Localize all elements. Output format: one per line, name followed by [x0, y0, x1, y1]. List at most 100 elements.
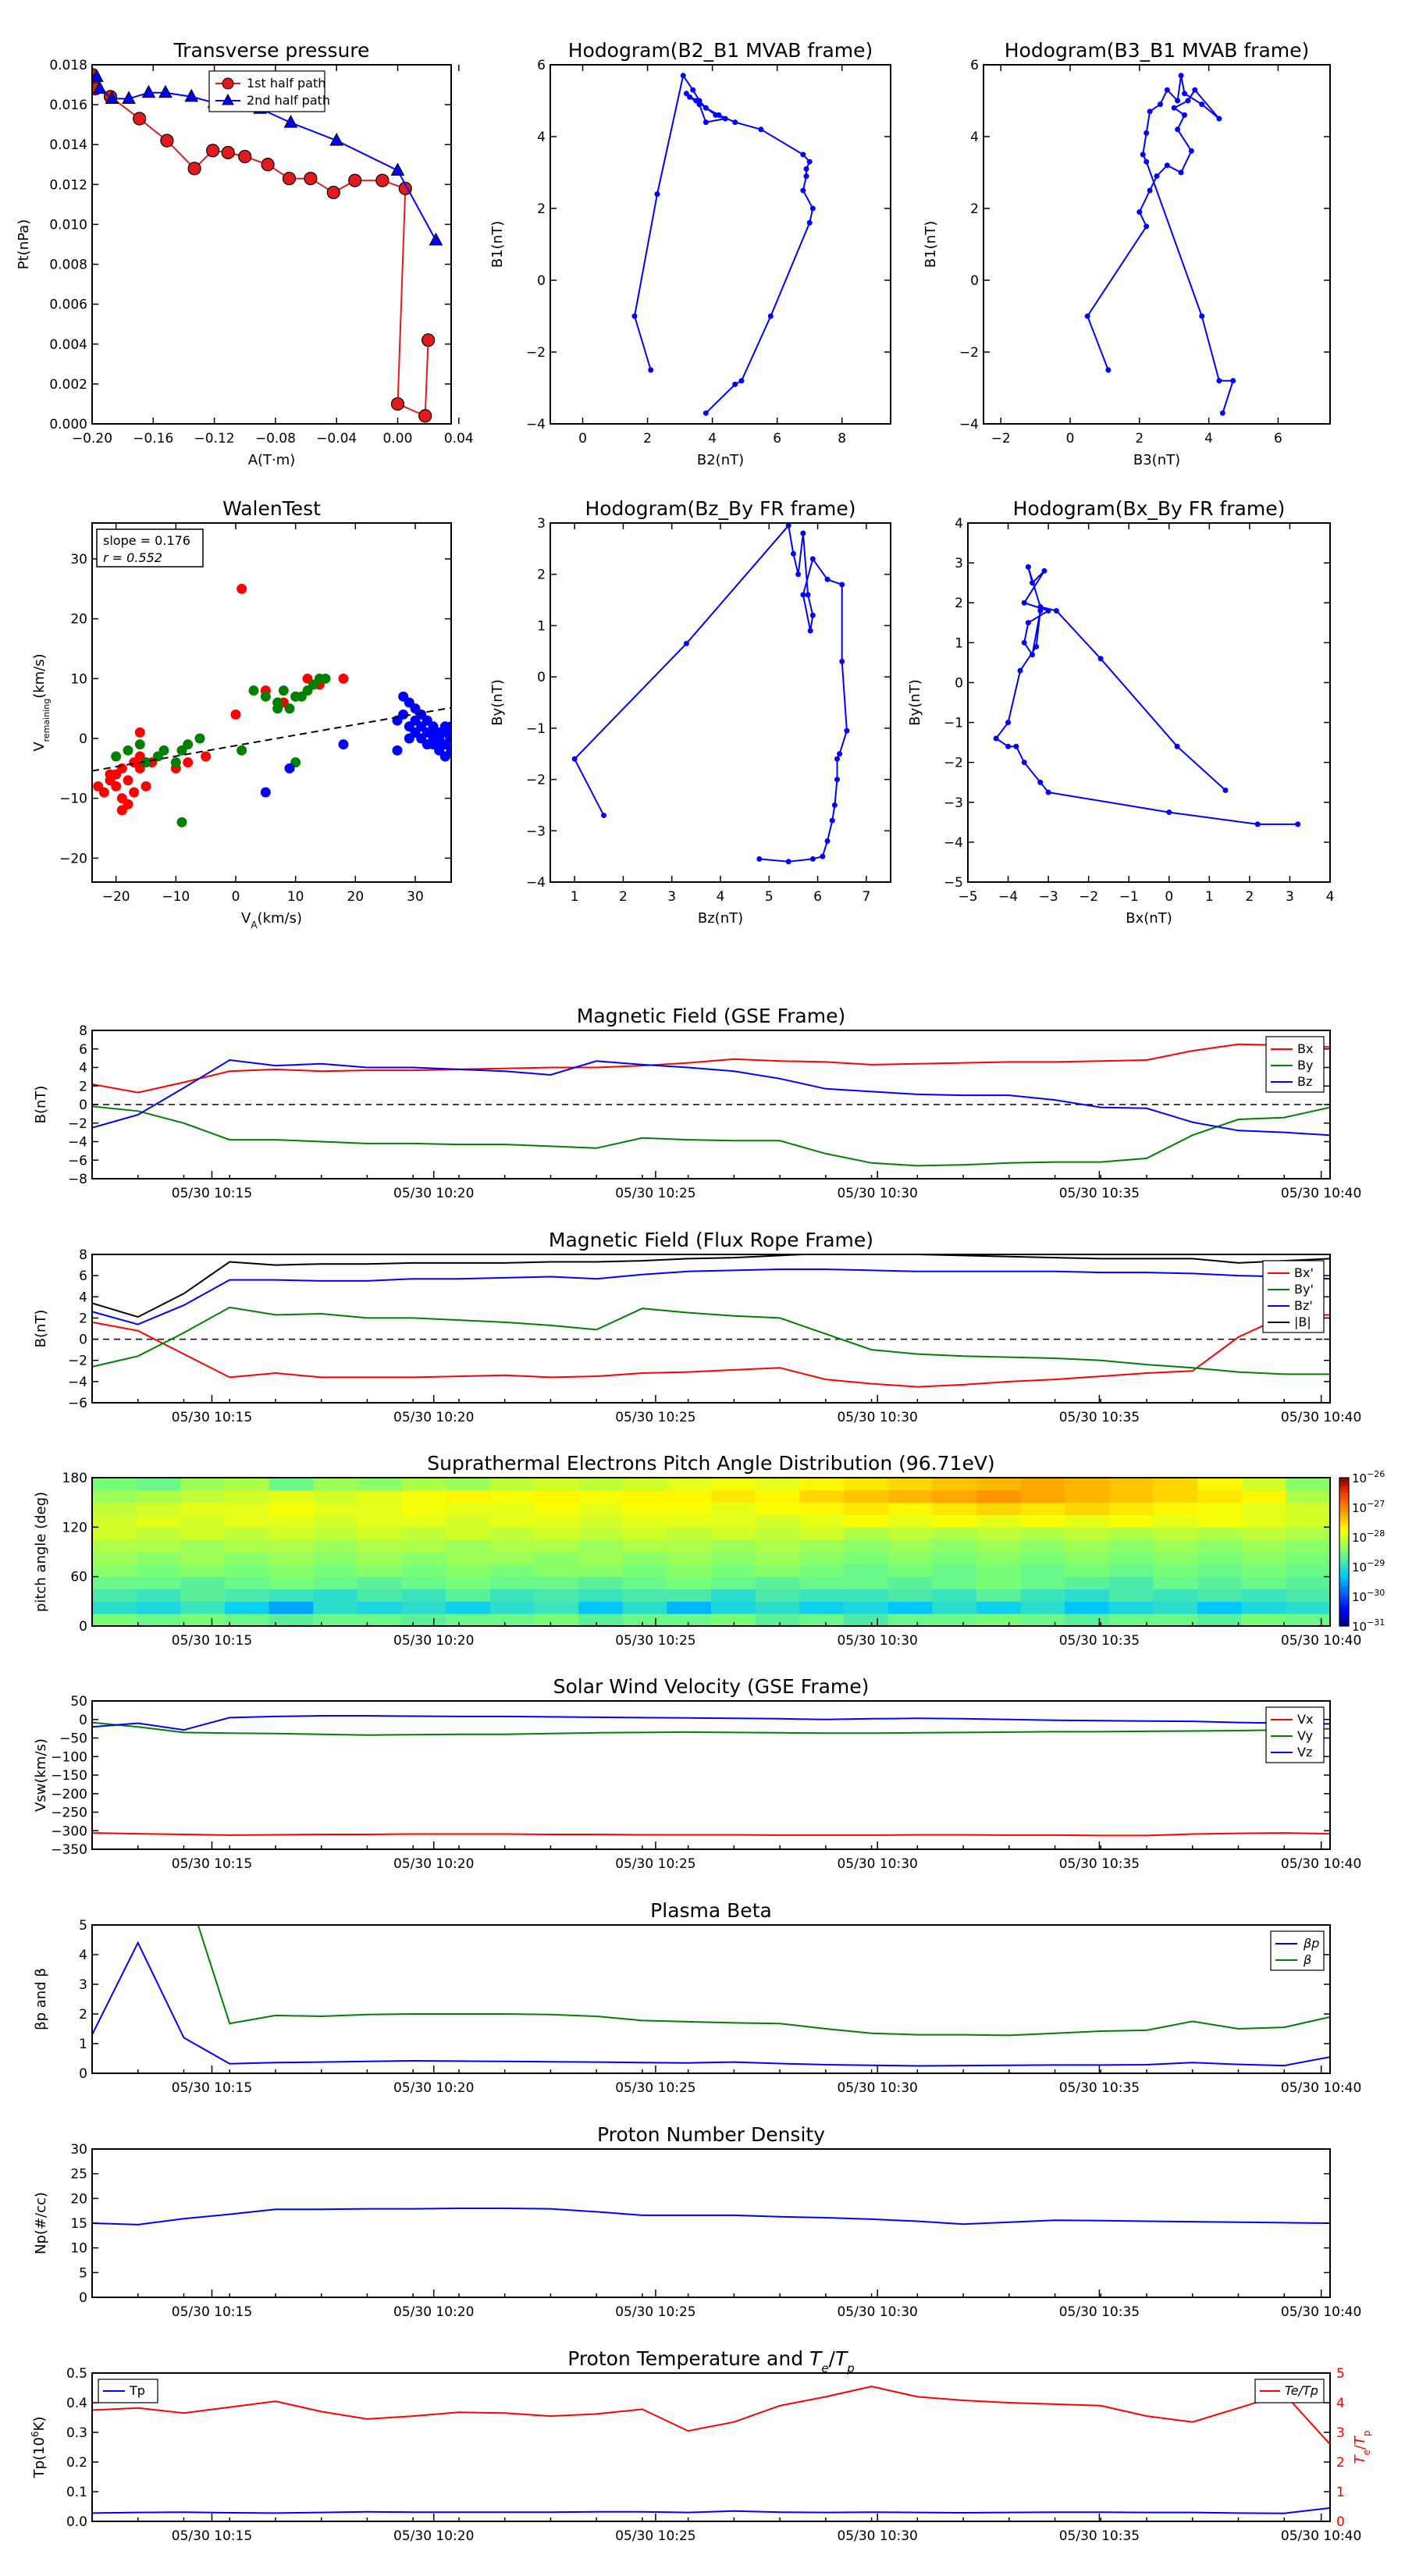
vsw-xtick-label: 05/30 10:15: [172, 1856, 252, 1872]
pad-cell: [224, 1502, 269, 1515]
hodo3-point: [800, 530, 806, 536]
hodo4-ytick-label: −5: [944, 875, 963, 891]
pad-xtick-label: 05/30 10:15: [172, 1633, 252, 1649]
bfr-series-line: [92, 1314, 1330, 1388]
pad-cell: [92, 1614, 137, 1627]
pt-ytick-label: 0.010: [49, 217, 87, 233]
walen-point: [237, 583, 247, 594]
tp-xtick-label: 05/30 10:20: [393, 2528, 474, 2544]
hodo3-ytick-label: −4: [526, 875, 546, 891]
pad-cell: [313, 1589, 358, 1602]
pad-cell: [799, 1527, 845, 1540]
pad-cell: [401, 1539, 446, 1553]
pad-cell: [799, 1589, 845, 1602]
pad-cell: [1020, 1614, 1065, 1627]
pad-cell: [269, 1539, 314, 1553]
hodo3-ytick-label: −3: [526, 824, 546, 839]
hodo3-xtick-label: 7: [862, 889, 870, 905]
tp-legend-right-label: Te/Tp: [1285, 2383, 1318, 2398]
vsw-panel: Solar Wind Velocity (GSE Frame) −350 −300 −…: [33, 1675, 1361, 1872]
hodo1-point: [767, 313, 774, 319]
pt-point: [326, 185, 340, 200]
pad-cell: [1197, 1614, 1243, 1627]
beta-frame: [91, 1924, 1331, 2074]
vsw-legend: VxVy Vz: [1265, 1706, 1325, 1763]
hodo2-xtick-label: 0: [1066, 431, 1075, 447]
pad-colorbar-cell: [1339, 1603, 1349, 1608]
pad-cell: [313, 1614, 358, 1627]
beta-series-line: [197, 1925, 1330, 2037]
hodo2-ylabel: B1(nT): [923, 221, 939, 268]
pad-cell: [711, 1539, 756, 1553]
hodo4-point: [1222, 787, 1229, 793]
pad-colorbar-cell: [1339, 1507, 1349, 1512]
tp-title-sub2: p: [846, 2361, 855, 2375]
beta-xtick-label: 05/30 10:35: [1059, 2080, 1140, 2096]
walen-point: [392, 745, 403, 756]
tp-ylabel-base: Tp(10: [31, 2437, 48, 2478]
hodo4-point: [1097, 656, 1104, 662]
bfr-legend-label: Bx': [1294, 1265, 1314, 1280]
bgse-legend-label: By: [1297, 1058, 1313, 1073]
pad-cell: [667, 1552, 712, 1565]
bfr-ytick-label: 2: [79, 1311, 87, 1326]
hodo2-point: [1216, 116, 1222, 122]
hodo4-xtick-label: −3: [1039, 889, 1058, 905]
pad-cell: [401, 1564, 446, 1578]
pad-cell: [357, 1576, 402, 1589]
pad-cell: [799, 1552, 845, 1565]
hodo2-point: [1084, 313, 1090, 319]
hodo3-xlabel: Bz(nT): [698, 910, 743, 927]
pad-cell: [755, 1614, 800, 1627]
bfr-xtick-label: 05/30 10:35: [1059, 1410, 1140, 1425]
pad-cell: [180, 1478, 226, 1491]
pad-cell: [401, 1601, 446, 1614]
hodo4-point: [1045, 607, 1051, 614]
beta-ytick-label: 4: [79, 1948, 87, 1963]
pad-cell: [1153, 1502, 1198, 1515]
vsw-legend-label: Vz: [1297, 1745, 1312, 1759]
pad-cell: [1108, 1478, 1154, 1491]
pad-cell: [534, 1514, 579, 1528]
bgse-legend-label: Bz: [1297, 1074, 1312, 1089]
hodo4-point: [1295, 821, 1301, 827]
pt-title: Transverse pressure: [173, 39, 370, 62]
pad-cell: [1197, 1527, 1243, 1540]
pad-cell: [357, 1539, 402, 1553]
pad-colorbar-cell: [1339, 1567, 1349, 1571]
pad-cell: [136, 1552, 181, 1565]
pad-colorbar-cell: [1339, 1589, 1349, 1593]
tp-xtick-label: 05/30 10:25: [615, 2528, 695, 2544]
pad-colorbar-label-base: 10: [1352, 1471, 1367, 1485]
bfr-legend: Bx' By'Bz' |B|: [1262, 1260, 1325, 1333]
np-xtick-label: 05/30 10:30: [837, 2304, 917, 2320]
beta-ytick-label: 3: [79, 1977, 87, 1993]
pad-colorbar-label: 10−29: [1352, 1558, 1385, 1574]
hodo3-panel: Hodogram(Bz_By FR frame) −4 −3 −2 −1 0 1 2 3 1 2 3 4…: [489, 497, 891, 927]
tp-y2label-p: p: [1361, 2430, 1372, 2436]
pad-cell: [667, 1589, 712, 1602]
hodo2-xtick-label: 2: [1135, 431, 1144, 447]
pad-cell: [976, 1539, 1021, 1553]
pad-colorbar-label: 10−26: [1352, 1469, 1385, 1485]
hodo4-point: [1021, 639, 1027, 646]
pad-cell: [711, 1478, 756, 1491]
pad-cell: [357, 1489, 402, 1503]
hodo3-point: [683, 640, 689, 646]
pad-cell: [357, 1614, 402, 1627]
walen-point: [230, 709, 241, 720]
pad-cell: [667, 1514, 712, 1528]
pad-cell: [932, 1601, 977, 1614]
hodo1-xlabel: B2(nT): [697, 452, 744, 468]
pad-cell: [976, 1527, 1021, 1540]
hodo3-frame: [550, 522, 891, 883]
hodo1-point: [680, 73, 686, 79]
pad-cell: [578, 1527, 624, 1540]
pad-cell: [446, 1589, 491, 1602]
hodo1-frame: [550, 64, 891, 425]
pad-cell: [224, 1539, 269, 1553]
pad-cell: [357, 1527, 402, 1540]
pad-cell: [1286, 1601, 1331, 1614]
hodo2-xtick-label: −2: [991, 431, 1011, 447]
bfr-xtick-label: 05/30 10:20: [393, 1410, 474, 1425]
